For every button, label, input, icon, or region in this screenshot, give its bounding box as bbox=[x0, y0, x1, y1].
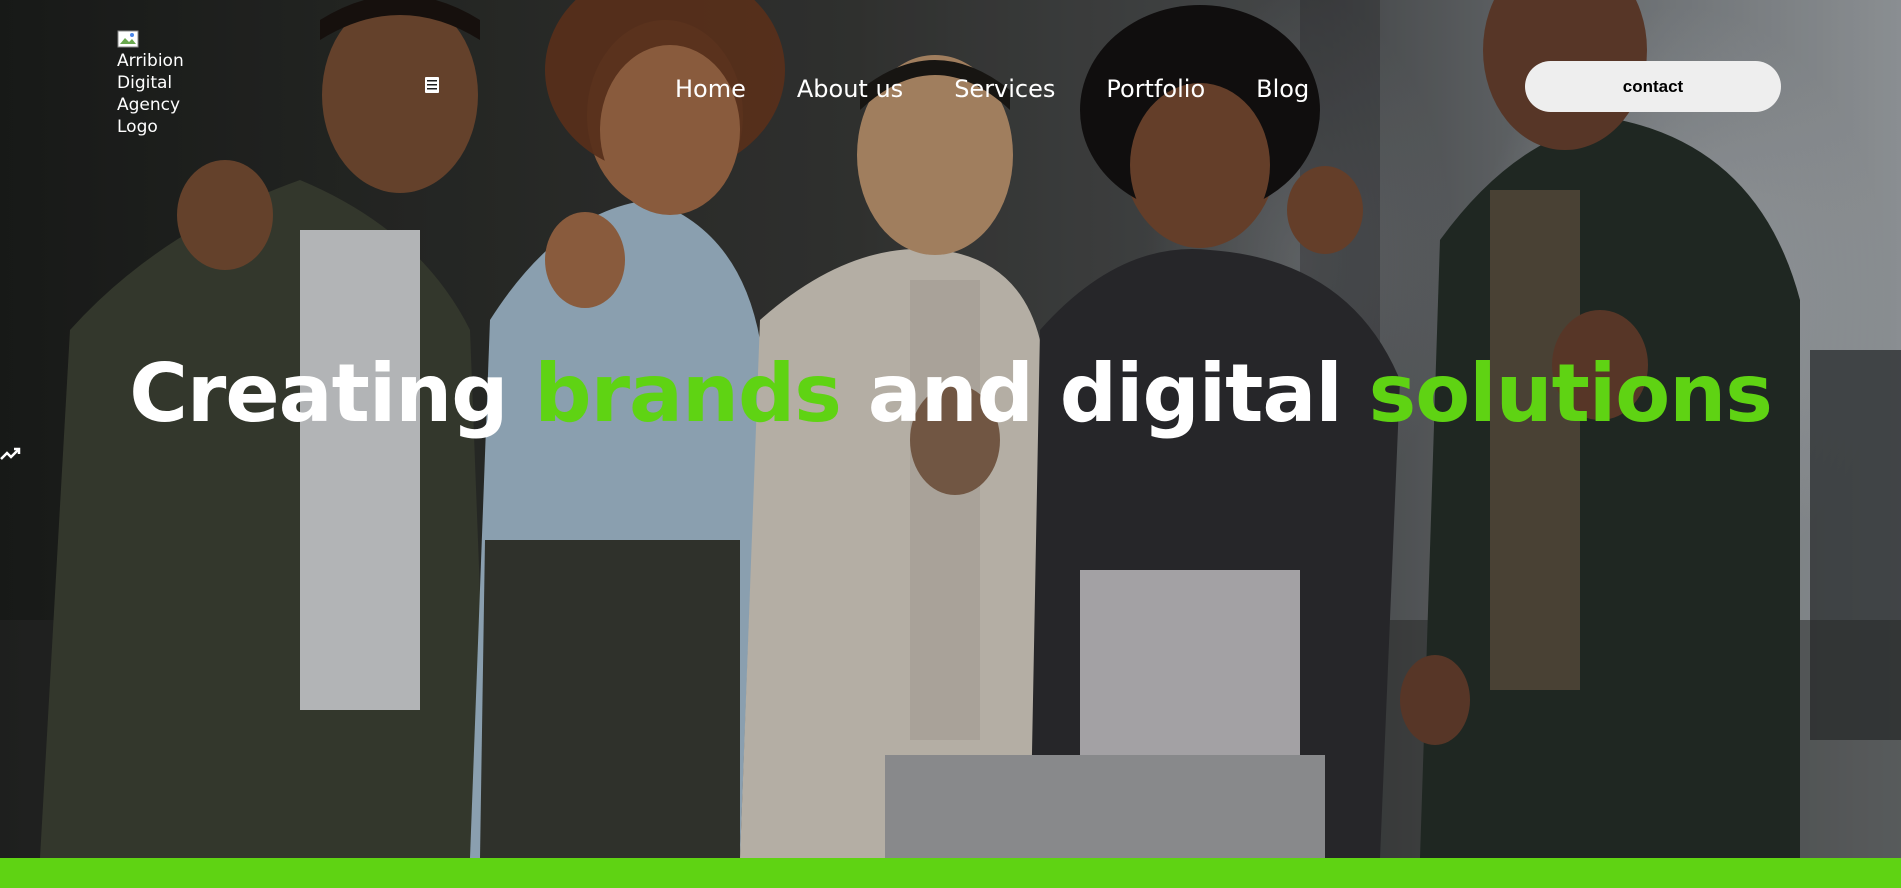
nav-link-blog[interactable]: Blog bbox=[1256, 72, 1309, 106]
contact-button[interactable]: contact bbox=[1525, 61, 1781, 112]
headline-part-1: Creating bbox=[129, 347, 535, 440]
headline-accent-solutions: solutions bbox=[1368, 347, 1773, 440]
headline-part-2: and digital bbox=[840, 347, 1369, 440]
hero-headline: Creating brands and digital solutions bbox=[0, 344, 1901, 444]
trending-up-icon[interactable] bbox=[0, 447, 22, 461]
broken-image-icon bbox=[117, 30, 139, 48]
site-logo[interactable]: Arribion Digital Agency Logo bbox=[117, 30, 197, 138]
headline-accent-brands: brands bbox=[534, 347, 842, 440]
main-navigation: Home About us Services Portfolio Blog bbox=[675, 72, 1360, 106]
nav-link-about-us[interactable]: About us bbox=[797, 72, 903, 106]
nav-link-portfolio[interactable]: Portfolio bbox=[1106, 72, 1205, 106]
nav-link-services[interactable]: Services bbox=[954, 72, 1055, 106]
nav-link-home[interactable]: Home bbox=[675, 72, 746, 106]
menu-icon[interactable] bbox=[424, 76, 440, 94]
logo-alt-text: Arribion Digital Agency Logo bbox=[117, 51, 184, 137]
accent-footer-bar bbox=[0, 858, 1901, 888]
